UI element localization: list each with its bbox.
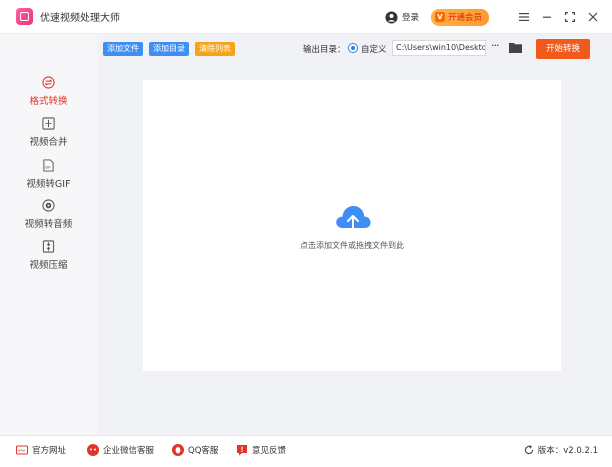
- close-icon: [588, 12, 597, 22]
- sidebar-item-label: 视频转GIF: [26, 179, 71, 190]
- version-label: 版本：v2.0.2.1: [537, 446, 598, 456]
- start-convert-button[interactable]: 开始转换: [536, 39, 590, 59]
- refresh-icon: [524, 445, 533, 455]
- minimize-button[interactable]: [535, 0, 558, 34]
- sidebar-item-label: 格式转换: [29, 96, 68, 107]
- svg-text:GIF: GIF: [45, 165, 51, 169]
- vip-icon: V: [434, 12, 445, 22]
- merge-icon: [42, 117, 55, 130]
- qq-service-link-label: QQ客服: [188, 446, 219, 456]
- wechat-service-link[interactable]: 企业微信客服: [87, 444, 154, 456]
- compress-icon: [42, 240, 55, 253]
- qq-icon: [172, 444, 184, 456]
- maximize-button[interactable]: [558, 0, 581, 34]
- footer: www 官方网址 企业微信客服 QQ客服 意见反馈 版本：v2.0.2.1: [0, 435, 612, 467]
- sidebar-item-label: 视频压缩: [29, 260, 68, 271]
- sidebar-item-video-to-gif[interactable]: GIF 视频转GIF: [0, 159, 97, 195]
- browse-more-button[interactable]: ···: [491, 39, 499, 52]
- login-label: 登录: [401, 13, 419, 23]
- sidebar: 格式转换 视频合并 GIF 视频转GIF 视频转音频 视频压缩: [0, 34, 97, 435]
- output-path-field[interactable]: C:\Users\win10\Deskto: [392, 40, 486, 56]
- app-logo: [16, 8, 33, 25]
- svg-text:www: www: [18, 449, 26, 453]
- feedback-link[interactable]: 意见反馈: [236, 444, 286, 456]
- wechat-service-icon: [87, 444, 99, 456]
- drop-hint: 点击添加文件或拖拽文件到此: [300, 241, 404, 250]
- cloud-upload-icon: [336, 206, 371, 233]
- close-button[interactable]: [581, 0, 604, 34]
- qq-service-link[interactable]: QQ客服: [172, 444, 218, 456]
- website-link[interactable]: www 官方网址: [16, 444, 66, 456]
- file-drop-area[interactable]: 点击添加文件或拖拽文件到此: [143, 80, 561, 371]
- sidebar-item-label: 视频转音频: [24, 219, 73, 230]
- menu-icon: [518, 13, 529, 21]
- add-file-button[interactable]: 添加文件: [103, 42, 143, 56]
- title-bar: 优速视频处理大师 登录 V 开通会员: [0, 0, 612, 34]
- sidebar-item-video-compress[interactable]: 视频压缩: [0, 240, 97, 276]
- minimize-icon: [542, 16, 551, 18]
- feedback-icon: [237, 445, 247, 456]
- vip-button[interactable]: V 开通会员: [430, 8, 489, 26]
- wechat-service-link-label: 企业微信客服: [103, 446, 155, 456]
- vip-label: 开通会员: [447, 13, 482, 23]
- user-icon: [385, 10, 398, 24]
- gif-icon: GIF: [43, 159, 54, 172]
- sidebar-item-video-to-audio[interactable]: 视频转音频: [0, 199, 97, 235]
- sidebar-item-format-convert[interactable]: 格式转换: [0, 76, 97, 112]
- custom-radio[interactable]: [348, 43, 358, 53]
- output-dir-label: 输出目录：: [303, 45, 346, 55]
- sidebar-item-video-merge[interactable]: 视频合并: [0, 117, 97, 153]
- website-link-label: 官方网址: [32, 446, 67, 456]
- toolbar: 添加文件 添加目录 清除列表 输出目录： 自定义 C:\Users\win10\…: [97, 34, 612, 64]
- menu-button[interactable]: [512, 0, 535, 34]
- app-title: 优速视频处理大师: [40, 13, 120, 24]
- login-button[interactable]: 登录: [385, 10, 419, 24]
- custom-radio-label: 自定义: [361, 45, 387, 55]
- audio-icon: [42, 199, 55, 212]
- version-info: 版本：v2.0.2.1: [524, 444, 598, 456]
- convert-icon: [42, 76, 55, 89]
- sidebar-item-label: 视频合并: [29, 137, 68, 148]
- fullscreen-icon: [564, 12, 575, 22]
- folder-icon[interactable]: [509, 42, 522, 53]
- website-icon: www: [16, 445, 28, 455]
- clear-list-button[interactable]: 清除列表: [195, 42, 235, 56]
- add-directory-button[interactable]: 添加目录: [149, 42, 189, 56]
- feedback-link-label: 意见反馈: [252, 446, 287, 456]
